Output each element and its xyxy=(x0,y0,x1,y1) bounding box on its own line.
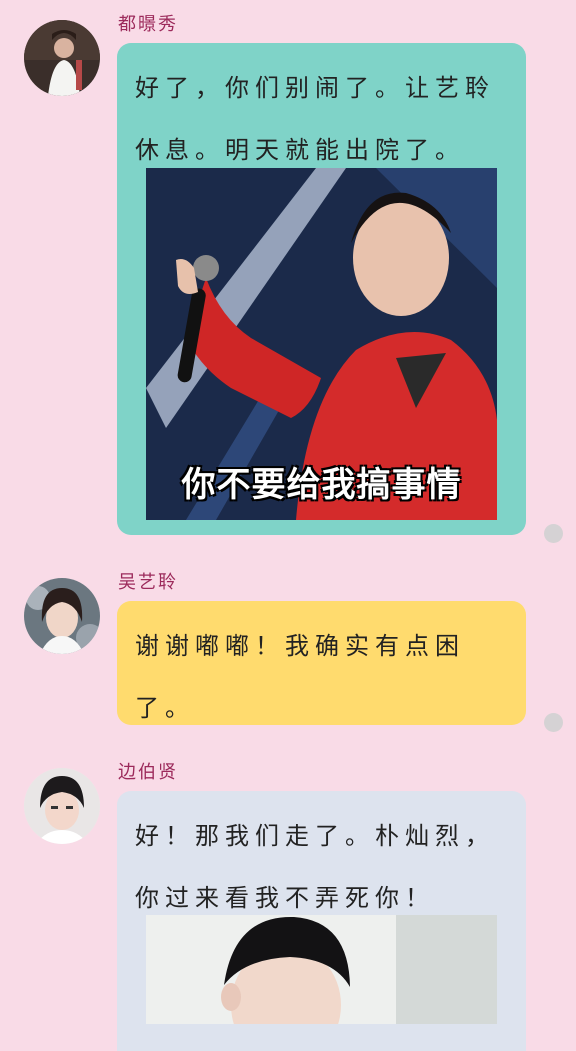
sender-name: 边伯贤 xyxy=(118,762,178,783)
sticker-photo-graphic xyxy=(146,915,497,1024)
message-text: 好了，你们别闹了。让艺聆休息。明天就能出院了。 xyxy=(135,74,495,164)
sender-name: 吴艺聆 xyxy=(118,572,178,593)
chat-message-2: 吴艺聆 谢谢嘟嘟！我确实有点困了。 xyxy=(0,560,576,750)
avatar-sender-3[interactable] xyxy=(24,768,100,844)
message-bubble[interactable]: 谢谢嘟嘟！我确实有点困了。 xyxy=(117,601,526,725)
chat-message-3: 边伯贤 好！那我们走了。朴灿烈，你过来看我不弄死你！ xyxy=(0,750,576,1051)
sticker-image[interactable]: 你不要给我搞事情 xyxy=(146,168,497,520)
read-dot-icon xyxy=(544,713,563,732)
avatar-sender-1[interactable] xyxy=(24,20,100,96)
message-text: 好！那我们走了。朴灿烈，你过来看我不弄死你！ xyxy=(135,822,495,912)
avatar-sender-2[interactable] xyxy=(24,578,100,654)
sticker-caption: 你不要给我搞事情 xyxy=(181,465,462,505)
sticker-image[interactable] xyxy=(146,915,497,1024)
read-dot-icon xyxy=(544,524,563,543)
sender-name: 都暻秀 xyxy=(118,14,178,35)
message-text: 谢谢嘟嘟！我确实有点困了。 xyxy=(135,632,465,722)
chat-message-1: 都暻秀 好了，你们别闹了。让艺聆休息。明天就能出院了。 你不要给我搞事情 xyxy=(0,0,576,560)
